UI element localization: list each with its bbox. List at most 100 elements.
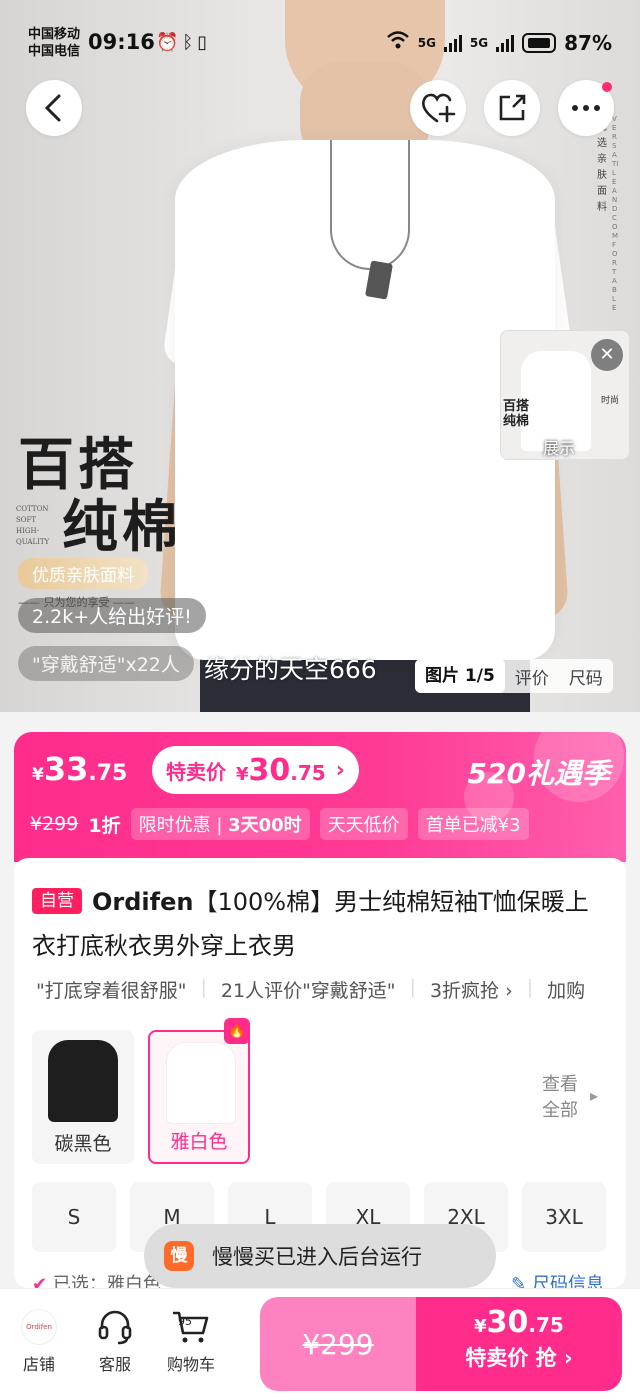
- buy-dec: .75: [528, 1313, 564, 1337]
- background-toast: 慢 慢慢买已进入后台运行: [144, 1224, 496, 1288]
- status-right: 5G 5G 87%: [386, 30, 612, 55]
- toast-message: 慢慢买已进入后台运行: [212, 1245, 422, 1269]
- close-thumbnail-button[interactable]: ✕: [591, 339, 623, 371]
- ruler-icon: ✎: [511, 1274, 527, 1288]
- vertical-caption-en: VERSATILE AND COMFORTABLE: [612, 115, 619, 312]
- quality-tag: 优质亲肤面料: [18, 558, 148, 589]
- tab-reviews[interactable]: 评价: [505, 664, 559, 689]
- shop-icon-wrap: Ordifen: [4, 1307, 74, 1347]
- currency: ¥: [236, 763, 249, 785]
- color-name: 碳黑色: [54, 1133, 112, 1155]
- current-price: ¥33.75: [32, 750, 127, 788]
- limited-offer-chip: 限时优惠 | 3天00时: [130, 808, 310, 840]
- product-page: 百搭 纯棉 COTTON SOFT HIGH- QUALITY 优质亲肤面料 —…: [0, 0, 640, 1400]
- cart-icon: 95: [156, 1307, 226, 1347]
- hot-icon: 🔥: [224, 1018, 250, 1044]
- buy-price: ¥30.75: [416, 1305, 622, 1340]
- flash-dec: .75: [290, 760, 326, 785]
- comment-bubble: "穿戴舒适"x22人: [18, 646, 194, 681]
- username-overlay: 缘分的天空666: [204, 655, 377, 684]
- price-dec: .75: [88, 761, 128, 786]
- shop-label: 店铺: [22, 1355, 55, 1374]
- thumbnail-text: 百搭 纯棉: [503, 399, 530, 429]
- headline-2: 纯棉: [62, 495, 182, 560]
- buy-original-price: ¥299: [260, 1297, 416, 1391]
- chevron-right-icon: ▸: [590, 1086, 599, 1105]
- review-highlight: "打底穿着很舒服": [36, 980, 187, 1002]
- cart-count: 95: [178, 1315, 192, 1328]
- floating-video-thumbnail[interactable]: 百搭 纯棉 时尚 展示 ✕: [500, 330, 630, 460]
- close-icon: ✕: [599, 344, 615, 365]
- bluetooth-icon: ᛒ: [182, 32, 198, 53]
- cotton-line: HIGH-: [16, 527, 39, 535]
- clock: 09:16: [88, 30, 155, 54]
- cotton-line: COTTON: [16, 505, 49, 513]
- review-highlight: 21人评价"穿戴舒适": [220, 980, 396, 1002]
- thumbnail-label: 展示: [543, 439, 576, 458]
- color-thumb-black: [48, 1040, 118, 1122]
- lowest-chip: 天天低价: [319, 808, 408, 840]
- currency: ¥: [32, 765, 44, 785]
- size-option[interactable]: S: [32, 1182, 116, 1252]
- divider: |: [200, 976, 207, 998]
- discount: 1折: [88, 814, 121, 837]
- network-1: 5G: [417, 35, 436, 50]
- battery-percent: 87%: [564, 30, 612, 55]
- back-button[interactable]: [26, 80, 82, 136]
- review-highlight: 加购: [547, 980, 586, 1002]
- network-2: 5G: [469, 35, 489, 50]
- size-option[interactable]: 3XL: [522, 1182, 606, 1252]
- price-int: 33: [43, 750, 89, 788]
- more-button[interactable]: [558, 80, 614, 136]
- tab-images[interactable]: 图片 1/5: [415, 659, 505, 693]
- color-name: 雅白色: [170, 1131, 228, 1153]
- see-all-colors[interactable]: 查看 全部: [542, 1072, 578, 1124]
- cotton-caption: COTTON SOFT HIGH- QUALITY: [16, 504, 49, 548]
- first-order-chip: 首单已减¥3: [417, 808, 529, 840]
- buy-button[interactable]: ¥299 ¥30.75 特卖价 抢 ›: [260, 1297, 622, 1391]
- signal-bars-2: [496, 34, 515, 52]
- cart-button[interactable]: 95 购物车: [156, 1307, 226, 1375]
- favorite-button[interactable]: [410, 80, 466, 136]
- signal-bars-1: [443, 34, 462, 52]
- tab-size[interactable]: 尺码: [559, 664, 613, 689]
- flash-int: 30: [248, 752, 291, 788]
- headset-icon: [80, 1307, 150, 1347]
- carrier-1: 中国移动: [28, 27, 81, 42]
- color-option-black[interactable]: 碳黑色: [32, 1030, 134, 1164]
- selected-text: 已选：雅白色: [52, 1274, 161, 1288]
- image-tabs: 图片 1/5 评价 尺码: [415, 659, 613, 693]
- carrier-2: 中国电信: [28, 44, 81, 59]
- brand-name: Ordifen: [92, 888, 194, 916]
- countdown: 3天00时: [228, 815, 302, 836]
- price-row-2: ¥299 1折 限时优惠 | 3天00时 天天低价 首单已减¥3: [30, 808, 529, 840]
- comment-bubble: 2.2k+人给出好评!: [18, 598, 206, 633]
- shop-button[interactable]: Ordifen 店铺: [4, 1307, 74, 1375]
- vertical-caption-cn: 优选亲肤面料: [597, 122, 607, 213]
- battery-icon: [522, 32, 557, 53]
- review-highlights[interactable]: "打底穿着很舒服" | 21人评价"穿戴舒适" | 3折疯抢 › | 加购: [36, 976, 626, 1003]
- app-icon: 慢: [164, 1241, 194, 1271]
- size-info-link[interactable]: ✎ 尺码信息: [511, 1270, 604, 1288]
- check-icon: ✔: [32, 1274, 48, 1288]
- back-arrow-icon: [44, 94, 61, 122]
- notification-dot: [602, 82, 612, 92]
- wifi-icon: [386, 30, 410, 55]
- thumbnail-fashion: 时尚: [601, 396, 620, 406]
- event-title: 520礼遇季: [467, 757, 610, 790]
- product-title[interactable]: 自营 Ordifen【100%棉】男士纯棉短袖T恤保暖上衣打底秋衣男外穿上衣男: [32, 880, 592, 968]
- color-option-white[interactable]: 雅白色: [148, 1030, 250, 1164]
- share-button[interactable]: [484, 80, 540, 136]
- customer-service-button[interactable]: 客服: [80, 1307, 150, 1375]
- flash-price-button[interactable]: 特卖价 ¥30.75 ›: [152, 746, 359, 794]
- shop-logo-icon: Ordifen: [21, 1309, 57, 1345]
- limited-label: 限时优惠: [138, 815, 211, 836]
- status-icons: ⏰ᛒ▯: [156, 32, 211, 53]
- share-icon: [499, 94, 526, 121]
- cart-label: 购物车: [166, 1355, 215, 1374]
- selected-variant: ✔ 已选：雅白色: [32, 1270, 161, 1288]
- cotton-line: QUALITY: [16, 538, 50, 546]
- service-label: 客服: [98, 1355, 131, 1374]
- divider: |: [409, 976, 416, 998]
- bottom-action-bar: Ordifen 店铺 客服 95 购物车 ¥299 ¥30.75 特卖价 抢 ›: [0, 1288, 640, 1400]
